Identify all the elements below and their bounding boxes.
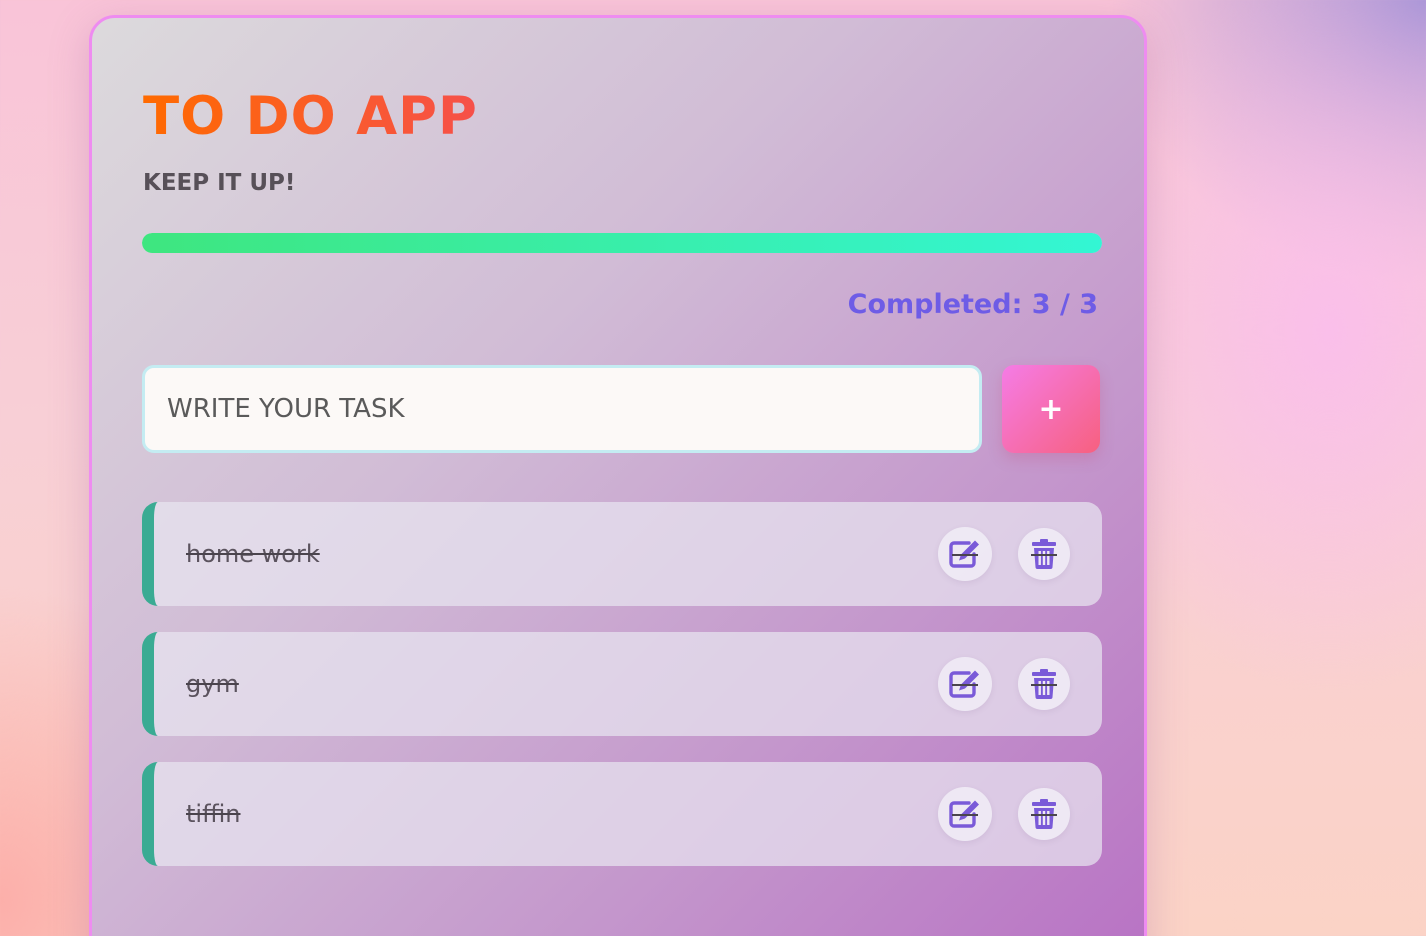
app-subtitle: KEEP IT UP! — [143, 170, 296, 196]
task-item: gym — [142, 632, 1102, 736]
delete-task-button[interactable] — [1018, 528, 1070, 580]
todo-card: TO DO APP KEEP IT UP! Completed: 3 / 3 +… — [89, 15, 1147, 936]
trash-icon — [1031, 799, 1057, 829]
edit-task-button[interactable] — [938, 527, 992, 581]
trash-icon — [1031, 669, 1057, 699]
task-text[interactable]: home work — [186, 540, 320, 568]
task-text[interactable]: gym — [186, 670, 239, 698]
task-item: tiffin — [142, 762, 1102, 866]
edit-icon — [949, 799, 981, 829]
completed-counter: Completed: 3 / 3 — [847, 289, 1098, 320]
task-text[interactable]: tiffin — [186, 800, 241, 828]
add-task-button[interactable]: + — [1002, 365, 1100, 453]
edit-icon — [949, 539, 981, 569]
task-input[interactable] — [142, 365, 982, 453]
edit-task-button[interactable] — [938, 787, 992, 841]
edit-task-button[interactable] — [938, 657, 992, 711]
task-list: home work gym tiffin — [142, 502, 1102, 892]
task-item: home work — [142, 502, 1102, 606]
edit-icon — [949, 669, 981, 699]
trash-icon — [1031, 539, 1057, 569]
app-title: TO DO APP — [143, 86, 478, 147]
progress-bar — [142, 233, 1102, 253]
delete-task-button[interactable] — [1018, 788, 1070, 840]
progress-bar-fill — [142, 233, 1102, 253]
delete-task-button[interactable] — [1018, 658, 1070, 710]
add-button-label: + — [1038, 391, 1064, 427]
